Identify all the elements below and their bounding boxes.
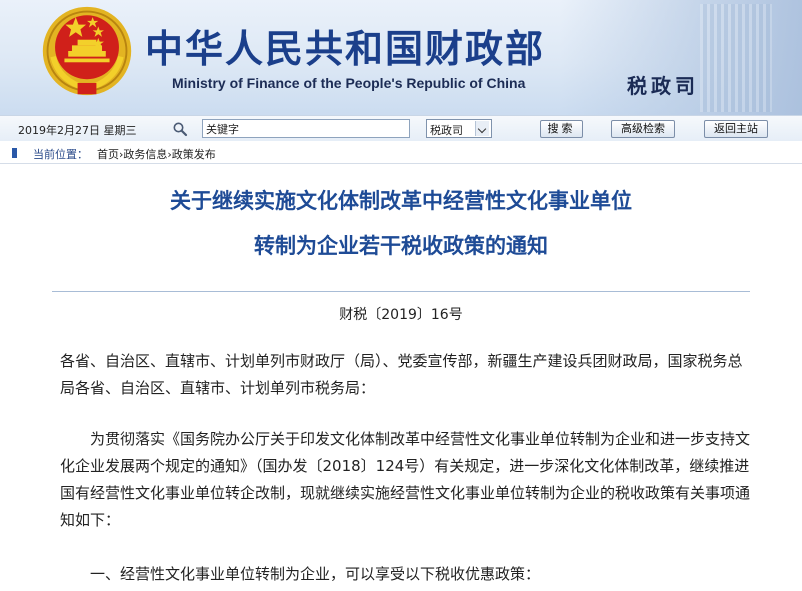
article-title-line2: 转制为企业若干税收政策的通知 [254,233,548,258]
advanced-search-button[interactable]: 高级检索 [611,120,675,138]
search-scope-value: 税政司 [430,124,463,137]
chevron-down-icon [475,121,489,136]
search-button[interactable]: 搜索 [540,120,583,138]
title-divider [52,291,750,292]
current-date: 2019年2月27日 星期三 [18,124,137,137]
recipients-paragraph: 各省、自治区、直辖市、计划单列市财政厅（局）、党委宣传部，新疆生产建设兵团财政局… [60,352,743,397]
search-toolbar: 2019年2月27日 星期三 税政司 搜索 高级检索 返回主站 [0,115,802,141]
breadcrumb-label: 当前位置： [33,148,88,161]
department-name: 税政司 [627,74,699,98]
banner-building-graphic [700,4,772,112]
body-paragraph: 为贯彻落实《国务院办公厅关于印发文化体制改革中经营性文化事业单位转制为企业和进一… [60,430,751,529]
breadcrumb: 当前位置： 首页›政务信息›政策发布 [0,142,802,164]
search-input[interactable] [202,119,410,138]
breadcrumb-path[interactable]: 首页›政务信息›政策发布 [97,146,216,162]
magnifier-icon [173,122,188,137]
document-number: 财税〔2019〕16号 [339,307,463,323]
return-home-button[interactable]: 返回主站 [704,120,768,138]
national-emblem-icon [42,6,132,96]
breadcrumb-marker-icon [12,148,17,158]
site-banner: 中华人民共和国财政部 Ministry of Finance of the Pe… [0,0,802,115]
site-title-cn: 中华人民共和国财政部 [145,26,546,71]
site-title-en: Ministry of Finance of the People's Repu… [172,75,526,91]
search-scope-select[interactable]: 税政司 [426,119,492,138]
article-title-line1: 关于继续实施文化体制改革中经营性文化事业单位 [170,188,632,213]
policy-item-1: 一、经营性文化事业单位转制为企业，可以享受以下税收优惠政策： [90,565,541,583]
